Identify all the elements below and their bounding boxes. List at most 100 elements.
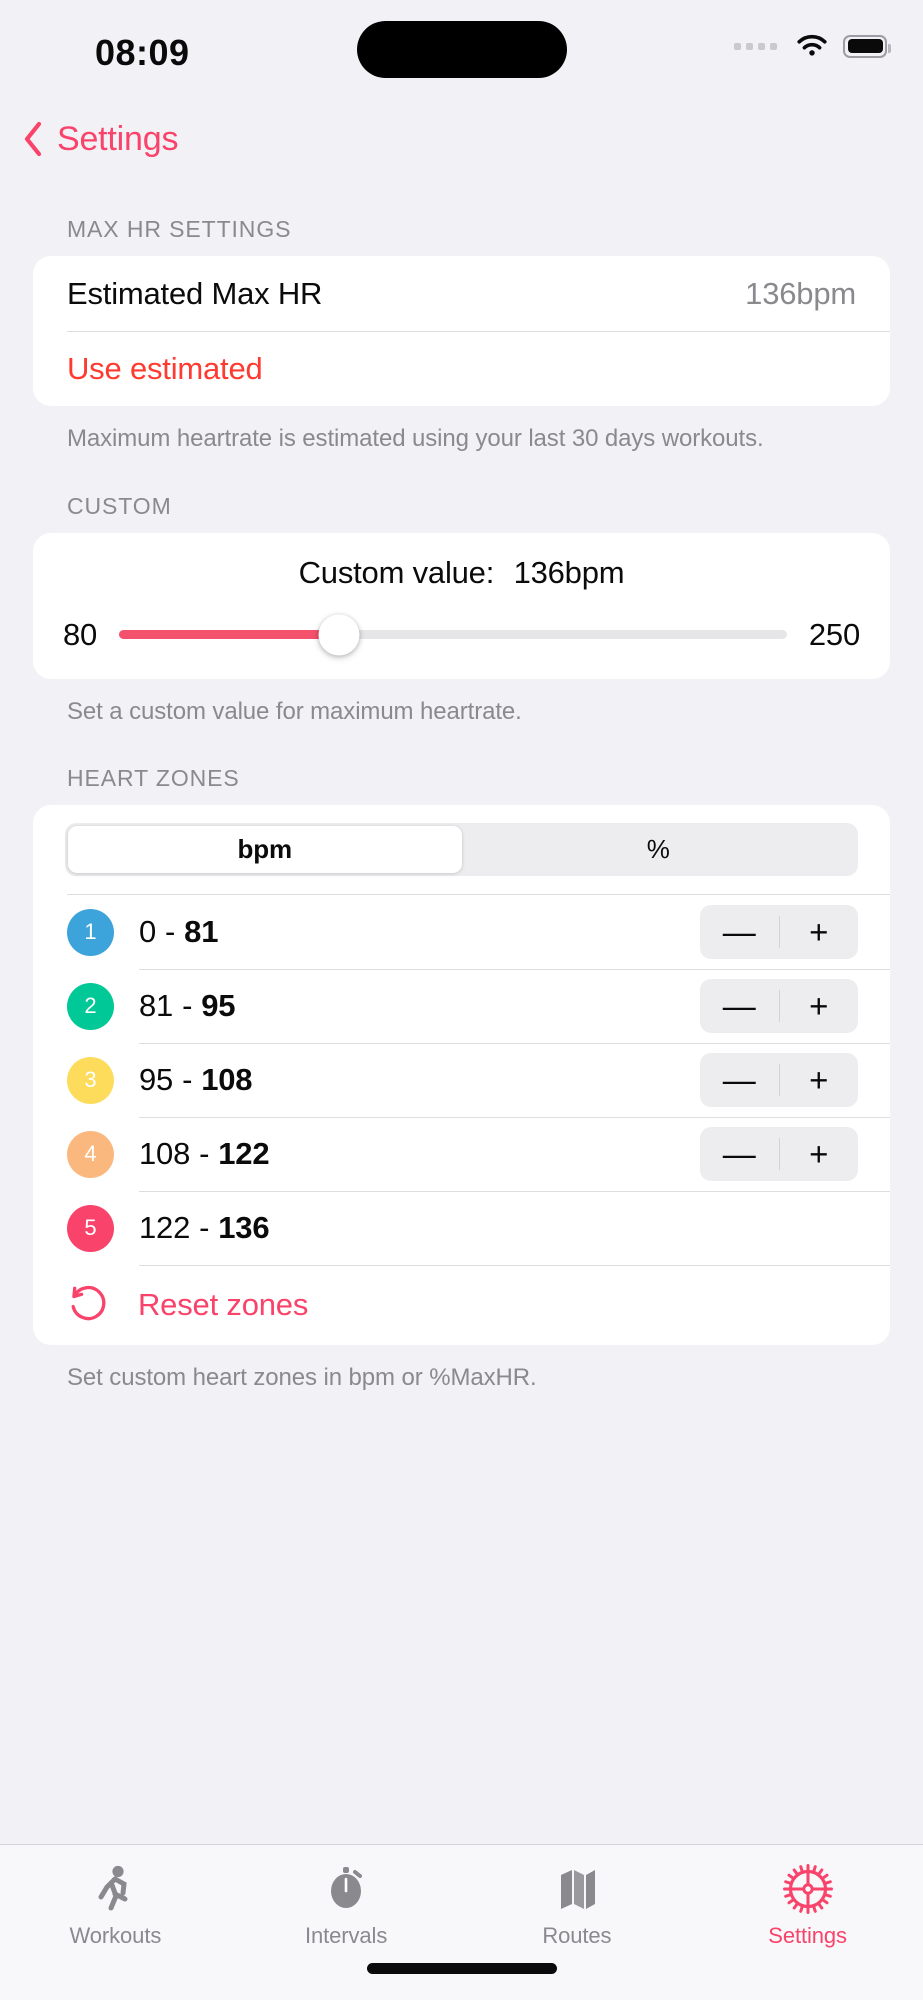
tab-workouts-label: Workouts (69, 1923, 162, 1948)
minus-icon: — (722, 1135, 756, 1173)
zone-increment-button[interactable]: + (780, 979, 859, 1033)
back-button[interactable]: Settings (22, 120, 178, 159)
chevron-left-icon (22, 121, 44, 157)
max-hr-section-header: MAX HR SETTINGS (67, 216, 292, 242)
zone-row: 2 81-95— + (33, 969, 890, 1043)
zone-row: 3 95-108— + (33, 1043, 890, 1117)
navigation-bar: Settings (0, 100, 923, 178)
slider-thumb[interactable] (318, 614, 360, 656)
running-person-icon (91, 1863, 139, 1915)
use-estimated-button-label: Use estimated (67, 350, 263, 386)
zone-range-from: 108 (139, 1136, 191, 1172)
tab-routes-label: Routes (542, 1923, 612, 1948)
zone-decrement-button[interactable]: — (700, 1053, 779, 1107)
signal-dots-icon (734, 42, 777, 50)
plus-icon: + (809, 1061, 829, 1099)
max-hr-footnote: Maximum heartrate is estimated using you… (67, 425, 764, 452)
zone-number-badge: 1 (67, 908, 114, 956)
max-hr-card: Estimated Max HR 136bpm Use estimated (33, 256, 890, 406)
zone-decrement-button[interactable]: — (700, 905, 779, 959)
folded-map-icon (553, 1863, 601, 1915)
minus-icon: — (722, 987, 756, 1025)
plus-icon: + (809, 987, 829, 1025)
heart-zones-footnote: Set custom heart zones in bpm or %MaxHR. (67, 1364, 537, 1392)
zone-number-badge: 4 (67, 1130, 114, 1178)
zone-number-badge: 3 (67, 1056, 114, 1104)
use-estimated-row[interactable]: Use estimated (33, 331, 890, 406)
custom-value-title: Custom value: 136bpm (33, 555, 890, 591)
reset-zones-button[interactable]: Reset zones (33, 1265, 890, 1345)
zone-increment-button[interactable]: + (780, 1053, 859, 1107)
unit-segment-bpm[interactable]: bpm (68, 826, 462, 874)
zone-range-dash: - (199, 1136, 210, 1172)
zone-range: 95-108 (139, 1062, 253, 1098)
tab-workouts[interactable]: Workouts (0, 1863, 231, 1949)
zone-increment-button[interactable]: + (780, 905, 859, 959)
zone-stepper[interactable]: — + (700, 1127, 859, 1182)
zone-range: 0-81 (139, 914, 218, 950)
plus-icon: + (809, 913, 829, 951)
reset-zones-label: Reset zones (138, 1287, 309, 1323)
estimated-max-hr-row: Estimated Max HR 136bpm (33, 256, 890, 331)
gear-icon (782, 1863, 833, 1915)
zone-range: 122-136 (139, 1210, 270, 1246)
status-indicators (734, 33, 891, 59)
minus-icon: — (722, 913, 756, 951)
home-indicator (366, 1963, 557, 1974)
unit-segment-percent[interactable]: % (462, 826, 856, 873)
status-time: 08:09 (95, 32, 190, 73)
tab-routes[interactable]: Routes (462, 1863, 693, 1949)
zone-stepper[interactable]: — + (700, 979, 859, 1034)
zone-range-from: 0 (139, 914, 157, 950)
zone-stepper[interactable]: — + (700, 905, 859, 960)
heart-zones-list: 1 0-81— +2 81-95— +3 95-108— +4 108-122— +5 122-1… (33, 895, 890, 1265)
custom-value-title-label: Custom value: (298, 554, 495, 590)
custom-section-header: CUSTOM (67, 492, 172, 519)
zone-range-to: 95 (201, 988, 236, 1024)
tab-settings[interactable]: Settings (692, 1863, 923, 1949)
tab-bar: Workouts Intervals Routes Settings (0, 1844, 923, 2000)
zone-range-to: 136 (218, 1210, 270, 1246)
status-bar: 08:09 (0, 0, 923, 100)
undo-arrow-icon (67, 1282, 138, 1329)
custom-value-slider-wrap: 80 250 (33, 614, 890, 656)
zone-row: 1 0-81— + (33, 895, 890, 969)
minus-icon: — (722, 1061, 756, 1099)
plus-icon: + (809, 1135, 829, 1173)
wifi-icon (795, 33, 829, 59)
zone-row: 5 122-136 (33, 1191, 890, 1265)
custom-value-title-value: 136bpm (513, 554, 625, 590)
zone-decrement-button[interactable]: — (700, 979, 779, 1033)
unit-segmented-control[interactable]: bpm % (65, 823, 858, 877)
custom-value-slider[interactable] (119, 614, 787, 656)
slider-min-label: 80 (63, 616, 98, 652)
zone-range-to: 81 (184, 914, 219, 950)
heart-zones-section-header: HEART ZONES (67, 765, 240, 792)
stopwatch-icon (322, 1863, 370, 1915)
unit-toggle-row: bpm % (33, 805, 890, 896)
battery-icon (843, 34, 891, 58)
zone-range-to: 108 (201, 1062, 253, 1098)
zone-range-to: 122 (218, 1136, 270, 1172)
dynamic-island (356, 21, 567, 78)
zone-stepper[interactable]: — + (700, 1053, 859, 1108)
zone-decrement-button[interactable]: — (700, 1127, 779, 1181)
tab-intervals-label: Intervals (305, 1923, 388, 1948)
slider-fill (119, 630, 340, 640)
heart-zones-card: bpm % 1 0-81— +2 81-95— +3 95-108— +4 108-122— +… (33, 805, 890, 1346)
settings-content: MAX HR SETTINGS Estimated Max HR 136bpm … (0, 178, 923, 1844)
tab-settings-label: Settings (768, 1923, 847, 1948)
custom-value-card: Custom value: 136bpm 80 250 (33, 532, 890, 679)
zone-range-dash: - (182, 1062, 193, 1098)
zone-range-from: 81 (139, 988, 174, 1024)
zone-range: 81-95 (139, 988, 236, 1024)
estimated-max-hr-value: 136bpm (745, 275, 856, 311)
zone-number-badge: 5 (67, 1204, 114, 1252)
custom-value-footnote: Set a custom value for maximum heartrate… (67, 697, 522, 725)
zone-number-badge: 2 (67, 982, 114, 1030)
tab-intervals[interactable]: Intervals (231, 1863, 462, 1949)
zone-range-dash: - (182, 988, 193, 1024)
back-button-label: Settings (57, 119, 179, 158)
zone-range: 108-122 (139, 1136, 270, 1172)
zone-increment-button[interactable]: + (780, 1127, 859, 1181)
